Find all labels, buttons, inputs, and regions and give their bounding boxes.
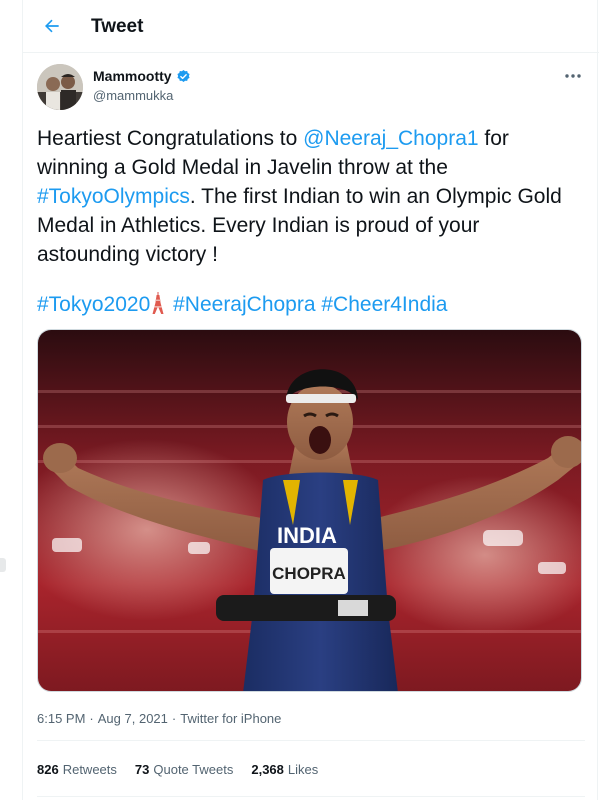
hashtag-link-neerajchopra[interactable]: #NeerajChopra bbox=[173, 293, 315, 316]
mention-link[interactable]: @Neeraj_Chopra1 bbox=[303, 127, 478, 150]
hashtag-link-tokyoolympics[interactable]: #TokyoOlympics bbox=[37, 185, 190, 208]
avatar[interactable] bbox=[37, 64, 83, 110]
retweets-stat[interactable]: 826 Retweets bbox=[37, 762, 117, 777]
quote-tweets-stat[interactable]: 73 Quote Tweets bbox=[135, 762, 233, 777]
left-edge-marker bbox=[0, 558, 6, 572]
page: Tweet Mammootty @mammukka Heartiest Cong… bbox=[0, 0, 600, 800]
page-title: Tweet bbox=[91, 16, 144, 37]
likes-stat[interactable]: 2,368 Likes bbox=[251, 762, 318, 777]
hashtag-line: #Tokyo2020 #NeerajChopra #Cheer4India bbox=[37, 290, 582, 319]
tweet-date[interactable]: Aug 7, 2021 bbox=[98, 711, 168, 726]
meta-separator: · bbox=[89, 711, 94, 726]
tweet-source[interactable]: Twitter for iPhone bbox=[180, 711, 281, 726]
author-name[interactable]: Mammootty bbox=[93, 68, 191, 84]
more-options-button[interactable] bbox=[561, 66, 585, 86]
bib-name-label: CHOPRA bbox=[272, 564, 346, 583]
meta-separator: · bbox=[171, 711, 177, 726]
header: Tweet bbox=[23, 0, 599, 53]
more-dots-icon bbox=[565, 74, 581, 78]
tweet-text-part: Heartiest Congratulations to bbox=[37, 127, 304, 150]
divider bbox=[37, 796, 585, 797]
tweet-column: Tweet Mammootty @mammukka Heartiest Cong… bbox=[22, 0, 599, 800]
quote-tweets-count: 73 bbox=[134, 762, 150, 777]
arrow-left-icon bbox=[45, 19, 59, 33]
retweets-label: Retweets bbox=[62, 762, 117, 777]
tweet-photo[interactable]: CHOPRA INDIA bbox=[37, 329, 582, 692]
hashtag-link-cheer4india[interactable]: #Cheer4India bbox=[321, 293, 447, 316]
likes-count: 2,368 bbox=[251, 762, 284, 777]
back-button[interactable] bbox=[37, 11, 67, 41]
tokyo-tower-icon bbox=[152, 292, 164, 314]
tweet-meta: 6:15 PM · Aug 7, 2021 · Twitter for iPho… bbox=[37, 711, 281, 726]
author-name-text: Mammootty bbox=[93, 68, 172, 84]
likes-label: Likes bbox=[287, 762, 319, 777]
divider bbox=[37, 740, 585, 741]
tweet-text: Heartiest Congratulations to @Neeraj_Cho… bbox=[37, 124, 582, 269]
bib-country-label: INDIA bbox=[277, 523, 337, 548]
hashtag-link-tokyo2020[interactable]: #Tokyo2020 bbox=[37, 293, 150, 316]
tweet-time[interactable]: 6:15 PM bbox=[37, 711, 85, 726]
author-handle[interactable]: @mammukka bbox=[93, 88, 173, 103]
verified-badge-icon bbox=[176, 69, 191, 84]
quote-tweets-label: Quote Tweets bbox=[153, 762, 234, 777]
retweets-count: 826 bbox=[37, 762, 59, 777]
tweet-stats: 826 Retweets 73 Quote Tweets 2,368 Likes bbox=[37, 762, 318, 777]
